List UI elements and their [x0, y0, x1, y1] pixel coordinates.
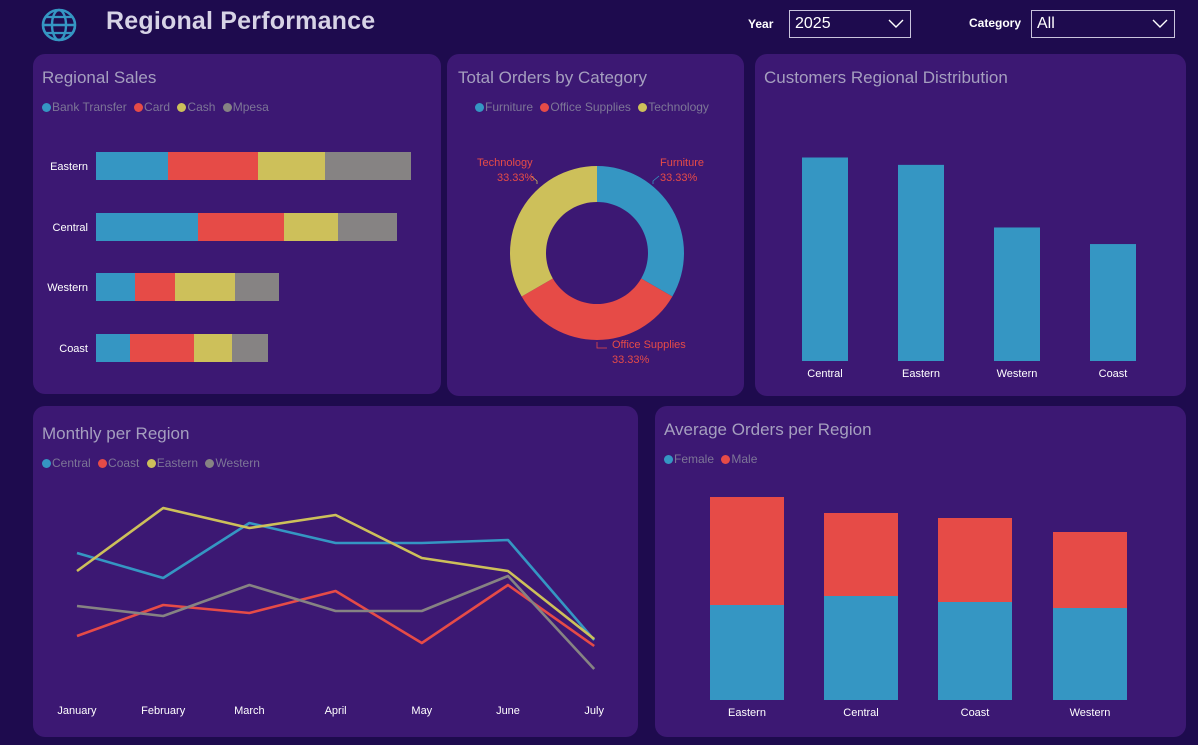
category-filter-label: Category [969, 16, 1022, 30]
bar-segment[interactable] [824, 513, 898, 596]
bar-segment[interactable] [235, 273, 279, 301]
donut-label-name: Office Supplies [612, 339, 686, 351]
bar-segment[interactable] [194, 334, 232, 362]
page-title: Regional Performance [106, 7, 376, 35]
bar-segment[interactable] [710, 605, 784, 700]
donut-label-name: Furniture [660, 157, 704, 169]
bar-segment[interactable] [168, 152, 258, 180]
x-tick-label: Central [807, 368, 842, 380]
bar-segment[interactable] [175, 273, 235, 301]
bar-segment[interactable] [96, 213, 198, 241]
bar-segment[interactable] [338, 213, 397, 241]
globe-icon [41, 8, 77, 42]
bar-segment[interactable] [96, 273, 135, 301]
bar-segment[interactable] [824, 596, 898, 700]
x-tick-label: Eastern [728, 707, 766, 719]
year-dropdown[interactable]: 2025 [789, 10, 911, 38]
average-orders-chart: Eastern Central Coast Western [710, 497, 1127, 719]
bar[interactable] [802, 157, 848, 361]
donut-label-pct: 33.33% [497, 172, 535, 184]
x-tick-label: June [496, 705, 520, 717]
orders-donut-chart: Technology 33.33% Furniture 33.33% Offic… [477, 157, 704, 366]
x-tick-label: March [234, 705, 265, 717]
donut-label-pct: 33.33% [660, 172, 698, 184]
bar-segment[interactable] [258, 152, 325, 180]
x-tick-label: January [57, 705, 97, 717]
x-tick-label: Central [843, 707, 878, 719]
bar-segment[interactable] [1053, 532, 1127, 608]
bar[interactable] [1090, 244, 1136, 361]
bar-segment[interactable] [96, 334, 130, 362]
x-tick-label: February [141, 705, 186, 717]
x-tick-label: July [584, 705, 604, 717]
monthly-per-region-card: Monthly per Region Central Coast Eastern… [33, 406, 638, 737]
leader-line [652, 175, 660, 184]
bar-segment[interactable] [938, 602, 1012, 700]
customers-distribution-card: Customers Regional Distribution Central E… [755, 54, 1186, 396]
customers-bar-chart: Central Eastern Western Coast [802, 157, 1136, 380]
x-tick-label: Coast [961, 707, 990, 719]
x-tick-label: May [411, 705, 432, 717]
donut-label-pct: 33.33% [612, 354, 650, 366]
bar[interactable] [898, 164, 944, 361]
bar-segment[interactable] [710, 497, 784, 605]
average-orders-card: Average Orders per Region Female Male Ea… [655, 406, 1186, 737]
chevron-down-icon [888, 19, 904, 28]
series-line[interactable] [76, 521, 596, 641]
y-tick-label: Eastern [50, 161, 88, 173]
x-tick-label: Coast [1099, 368, 1128, 380]
bar-segment[interactable] [232, 334, 268, 362]
donut-slice[interactable] [521, 278, 673, 341]
chevron-down-icon [1152, 19, 1168, 28]
x-tick-label: Western [997, 368, 1038, 380]
y-tick-label: Western [47, 282, 88, 294]
series-line[interactable] [76, 506, 596, 641]
bar[interactable] [994, 227, 1040, 361]
bar-segment[interactable] [325, 152, 411, 180]
donut-slice[interactable] [510, 166, 597, 297]
bar-segment[interactable] [1053, 608, 1127, 700]
y-tick-label: Central [53, 222, 88, 234]
bar-segment[interactable] [284, 213, 338, 241]
x-tick-label: Eastern [902, 368, 940, 380]
donut-slice[interactable] [597, 166, 684, 297]
bar-segment[interactable] [135, 273, 175, 301]
bar-segment[interactable] [96, 152, 168, 180]
header-bar: Regional Performance Year 2025 Category … [0, 0, 1198, 50]
bar-segment[interactable] [198, 213, 284, 241]
regional-sales-chart: Eastern Central Western Coast [47, 152, 411, 362]
orders-by-category-card: Total Orders by Category Furniture Offic… [447, 54, 744, 396]
y-tick-label: Coast [59, 343, 88, 355]
category-dropdown[interactable]: All [1031, 10, 1175, 38]
regional-sales-card: Regional Sales Bank Transfer Card Cash M… [33, 54, 441, 394]
x-tick-label: April [325, 705, 347, 717]
monthly-line-chart: January February March April May June July [57, 506, 604, 717]
bar-segment[interactable] [938, 518, 1012, 602]
x-tick-label: Western [1070, 707, 1111, 719]
leader-line [596, 342, 607, 349]
category-dropdown-value: All [1037, 15, 1055, 32]
year-dropdown-value: 2025 [795, 15, 831, 32]
donut-label-name: Technology [477, 157, 533, 169]
bar-segment[interactable] [130, 334, 194, 362]
year-filter-label: Year [748, 17, 774, 31]
